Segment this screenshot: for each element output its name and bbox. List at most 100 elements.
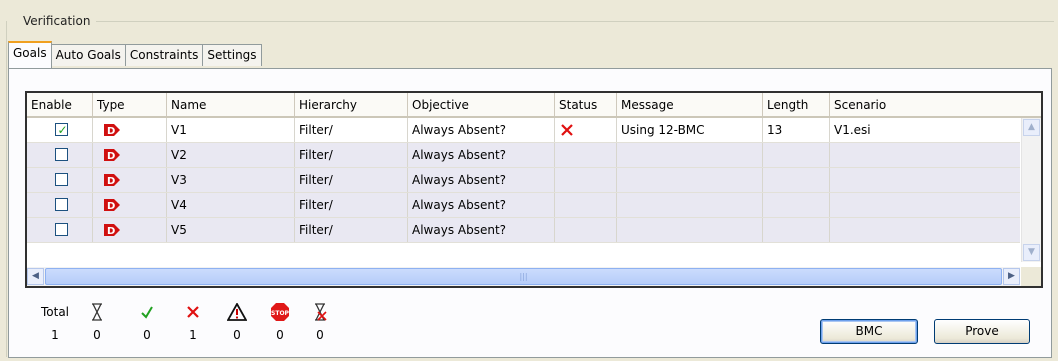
cancelled-count: 0 [316, 328, 324, 342]
passed-check-icon [141, 306, 153, 319]
warning-icon [227, 303, 247, 321]
svg-text:D: D [107, 226, 115, 237]
bmc-button[interactable]: BMC [820, 319, 918, 344]
tab-goals[interactable]: Goals [8, 41, 52, 68]
scroll-down-button[interactable]: ▼ [1023, 244, 1040, 261]
stopped-count: 0 [276, 328, 284, 342]
name-cell: V3 [167, 168, 295, 192]
svg-text:D: D [107, 201, 115, 212]
assertion-d-icon: D [104, 199, 120, 212]
group-border-left [6, 21, 7, 357]
enable-checkbox[interactable] [55, 198, 68, 211]
vertical-scrollbar[interactable]: ▲ ▼ [1021, 118, 1041, 262]
hierarchy-cell: Filter/ [295, 143, 408, 167]
table-row[interactable]: D V4 Filter/ Always Absent? [27, 193, 1020, 218]
enable-checkbox[interactable] [55, 148, 68, 161]
svg-text:D: D [107, 126, 115, 137]
cancelled-stat: 0 [311, 302, 329, 342]
failed-stat: 1 [184, 302, 202, 342]
length-cell [763, 168, 830, 192]
group-title: Verification [20, 14, 94, 28]
pending-stat: 0 [88, 302, 106, 342]
total-label: Total [40, 305, 70, 319]
passed-count: 0 [143, 328, 151, 342]
type-cell: D [93, 218, 167, 242]
column-header-message[interactable]: Message [617, 93, 763, 116]
goals-table: Enable Type Name Hierarchy Objective Sta… [25, 91, 1043, 288]
table-header: Enable Type Name Hierarchy Objective Sta… [27, 93, 1041, 118]
column-header-status[interactable]: Status [555, 93, 617, 116]
enable-checkbox[interactable] [55, 173, 68, 186]
column-header-length[interactable]: Length [763, 93, 830, 116]
length-cell [763, 218, 830, 242]
type-cell: D [93, 118, 167, 142]
column-header-enable[interactable]: Enable [27, 93, 93, 116]
warning-count: 0 [233, 328, 241, 342]
status-cell [555, 218, 617, 242]
column-header-name[interactable]: Name [167, 93, 295, 116]
length-cell: 13 [763, 118, 830, 142]
tab-auto-goals[interactable]: Auto Goals [50, 44, 126, 66]
scenario-cell [830, 168, 1020, 192]
failed-x-icon [187, 306, 199, 318]
svg-text:D: D [107, 176, 115, 187]
column-header-type[interactable]: Type [93, 93, 167, 116]
status-cell [555, 143, 617, 167]
objective-cell: Always Absent? [408, 118, 555, 142]
table-row[interactable]: ✓ D V1 Filter/ Always Absent? Using 12-B… [27, 118, 1020, 143]
column-header-objective[interactable]: Objective [408, 93, 555, 116]
scenario-cell [830, 193, 1020, 217]
status-cell [555, 168, 617, 192]
name-cell: V1 [167, 118, 295, 142]
column-header-scenario[interactable]: Scenario [830, 93, 1020, 116]
length-cell [763, 143, 830, 167]
objective-cell: Always Absent? [408, 193, 555, 217]
enable-checkbox[interactable]: ✓ [55, 123, 68, 136]
name-cell: V2 [167, 143, 295, 167]
message-cell [617, 168, 763, 192]
message-cell [617, 143, 763, 167]
failed-x-icon [561, 124, 573, 136]
horizontal-scroll-thumb[interactable]: ||| [45, 268, 1002, 285]
hierarchy-cell: Filter/ [295, 193, 408, 217]
tab-bar: Goals Auto Goals Constraints Settings [8, 41, 262, 68]
svg-text:STOP: STOP [271, 310, 290, 317]
enable-cell [27, 168, 93, 192]
assertion-d-icon: D [104, 174, 120, 187]
assertion-d-icon: D [104, 124, 120, 137]
type-cell: D [93, 193, 167, 217]
column-header-hierarchy[interactable]: Hierarchy [295, 93, 408, 116]
tab-constraints[interactable]: Constraints [124, 44, 204, 66]
tab-settings[interactable]: Settings [202, 44, 262, 66]
type-cell: D [93, 168, 167, 192]
prove-button[interactable]: Prove [934, 319, 1030, 344]
scroll-up-button[interactable]: ▲ [1023, 119, 1040, 136]
checkmark-icon: ✓ [57, 123, 68, 137]
scroll-right-button[interactable]: ▶ [1003, 268, 1020, 285]
stop-icon: STOP [271, 303, 290, 321]
assertion-d-icon: D [104, 224, 120, 237]
message-cell: Using 12-BMC [617, 118, 763, 142]
objective-cell: Always Absent? [408, 168, 555, 192]
scroll-corner [1021, 267, 1041, 286]
hourglass-icon [92, 303, 102, 321]
name-cell: V4 [167, 193, 295, 217]
table-row[interactable]: D V5 Filter/ Always Absent? [27, 218, 1020, 243]
scenario-cell [830, 143, 1020, 167]
warning-stat: 0 [226, 302, 248, 342]
stopped-stat: STOP 0 [269, 302, 291, 342]
hierarchy-cell: Filter/ [295, 218, 408, 242]
table-row[interactable]: D V2 Filter/ Always Absent? [27, 143, 1020, 168]
assertion-d-icon: D [104, 149, 120, 162]
name-cell: V5 [167, 218, 295, 242]
hierarchy-cell: Filter/ [295, 118, 408, 142]
horizontal-scrollbar[interactable]: ◀ ||| ▶ [27, 267, 1020, 286]
scenario-cell [830, 218, 1020, 242]
type-cell: D [93, 143, 167, 167]
status-cell [555, 193, 617, 217]
table-row[interactable]: D V3 Filter/ Always Absent? [27, 168, 1020, 193]
enable-checkbox[interactable] [55, 223, 68, 236]
total-count: 1 [51, 328, 59, 342]
enable-cell [27, 218, 93, 242]
scroll-left-button[interactable]: ◀ [27, 268, 44, 285]
